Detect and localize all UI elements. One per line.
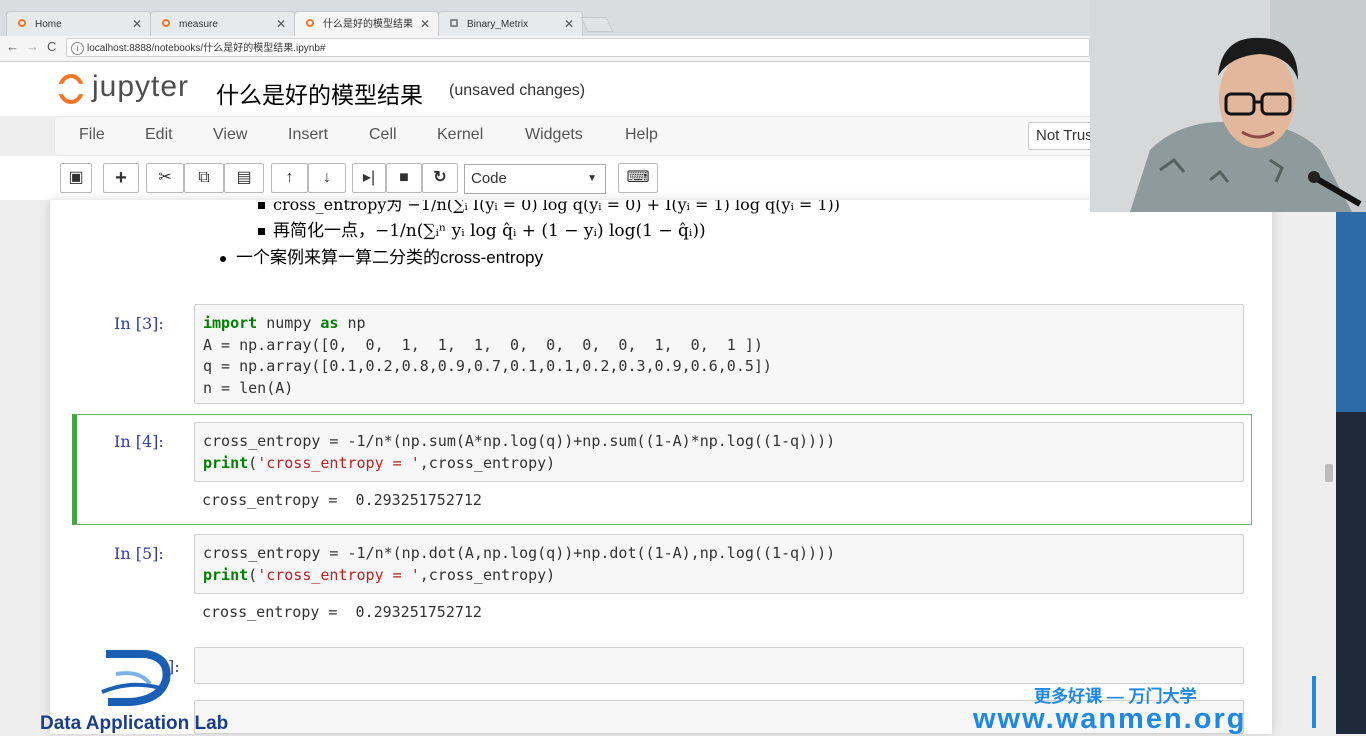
watermark-divider [1312,676,1316,728]
plus-icon: + [115,167,127,189]
arrow-up-icon: ↑ [285,169,294,186]
new-tab-button[interactable] [580,17,614,32]
scrollbar-thumb[interactable] [1325,464,1333,482]
document-icon [450,19,458,27]
data-application-lab-label: Data Application Lab [40,713,229,734]
cell-output: cross_entropy = 0.293251752712 [202,491,482,509]
jupyter-favicon-icon [18,19,26,27]
insert-cell-button[interactable]: + [103,163,139,193]
code-cell-input[interactable]: cross_entropy = -1/n*(np.sum(A*np.log(q)… [194,422,1244,482]
menu-insert[interactable]: Insert [288,126,328,144]
code-cell-input[interactable]: import numpy as np A = np.array([0, 0, 1… [194,304,1244,404]
code-line: A = np.array([0, 0, 1, 1, 1, 0, 0, 0, 0,… [203,335,763,354]
cell-output: cross_entropy = 0.293251752712 [202,603,482,621]
command-palette-button[interactable]: ⌨ [618,163,658,193]
dropdown-arrow-icon: ▼ [587,173,597,184]
reload-icon[interactable]: C [47,39,56,54]
tab-notebook[interactable]: 什么是好的模型结果 ✕ [294,11,439,36]
paste-icon: ▤ [236,169,252,186]
menu-cell[interactable]: Cell [369,126,397,144]
run-button[interactable]: ▸| [352,163,386,193]
wanmen-url: www.wanmen.org [973,703,1247,735]
code-line: print('cross_entropy = ',cross_entropy) [203,453,556,472]
close-icon[interactable]: ✕ [420,12,430,37]
menu-kernel[interactable]: Kernel [437,126,483,144]
paste-button[interactable]: ▤ [224,163,264,193]
menu-file[interactable]: File [79,126,105,144]
code-line: import numpy as np [203,314,366,332]
cell-type-select[interactable]: Code ▼ [464,164,606,194]
keyboard-icon: ⌨ [626,169,650,186]
menu-view[interactable]: View [213,126,247,144]
webcam-overlay [1090,0,1366,212]
refresh-icon: ↻ [433,169,447,186]
cut-button[interactable]: ✂ [146,163,184,193]
notebook-title[interactable]: 什么是好的模型结果 [216,76,423,110]
code-line: q = np.array([0.1,0.2,0.8,0.9,0.7,0.1,0.… [203,357,772,375]
not-trusted-button[interactable]: Not Trusted [1028,122,1098,150]
copy-icon: ⧉ [198,169,210,186]
interrupt-button[interactable]: ■ [386,163,422,193]
info-icon[interactable]: i [71,42,84,55]
url-input[interactable]: i localhost:8888/notebooks/什么是好的模型结果.ipy… [66,38,1090,57]
code-cell-input[interactable]: cross_entropy = -1/n*(np.dot(A,np.log(q)… [194,534,1244,594]
close-icon[interactable]: ✕ [276,12,286,37]
forward-icon[interactable]: → [26,39,39,54]
desktop-window-edge [1336,212,1366,412]
code-cell-input[interactable] [194,647,1244,684]
save-status: (unsaved changes) [449,82,586,99]
code-line: n = len(A) [203,378,294,397]
cell-prompt: In [5]: [114,544,164,563]
data-application-lab-logo-icon [101,650,171,706]
code-line: print('cross_entropy = ',cross_entropy) [203,565,556,584]
markdown-line-3: 一个案例来算一算二分类的cross-entropy [220,243,543,268]
move-up-button[interactable]: ↑ [271,163,308,193]
save-icon: ▣ [68,169,84,186]
close-icon[interactable]: ✕ [564,12,574,37]
menu-help[interactable]: Help [625,126,658,144]
jupyter-logo[interactable]: jupyter [56,70,196,110]
cell-prompt: In [3]: [114,314,164,333]
code-line: cross_entropy = -1/n*(np.sum(A*np.log(q)… [203,432,836,450]
presenter-image [1090,0,1366,212]
cell-prompt: In [4]: [114,432,164,451]
markdown-line-2: 再简化一点，−1/n(∑ᵢⁿ yᵢ log q̂ᵢ + (1 − yᵢ) log… [258,216,706,241]
jupyter-favicon-icon [306,19,314,27]
jupyter-logo-icon [58,74,84,104]
save-button[interactable]: ▣ [60,163,92,193]
step-forward-icon: ▸| [362,169,376,186]
jupyter-favicon-icon [162,19,170,27]
tab-binary-metrix[interactable]: Binary_Metrix ✕ [438,11,583,36]
stop-icon: ■ [399,169,409,186]
close-icon[interactable]: ✕ [132,12,142,37]
arrow-down-icon: ↓ [323,169,331,186]
copy-button[interactable]: ⧉ [184,163,224,193]
back-icon[interactable]: ← [6,39,19,54]
menu-widgets[interactable]: Widgets [525,126,583,144]
menu-bar: File Edit View Insert Cell Kernel Widget… [54,116,1096,156]
restart-button[interactable]: ↻ [422,163,458,193]
tab-home[interactable]: Home ✕ [6,11,151,36]
move-down-button[interactable]: ↓ [308,163,346,193]
menu-edit[interactable]: Edit [145,126,173,144]
tab-measure[interactable]: measure ✕ [150,11,295,36]
scissors-icon: ✂ [158,169,172,186]
code-line: cross_entropy = -1/n*(np.dot(A,np.log(q)… [203,544,836,562]
